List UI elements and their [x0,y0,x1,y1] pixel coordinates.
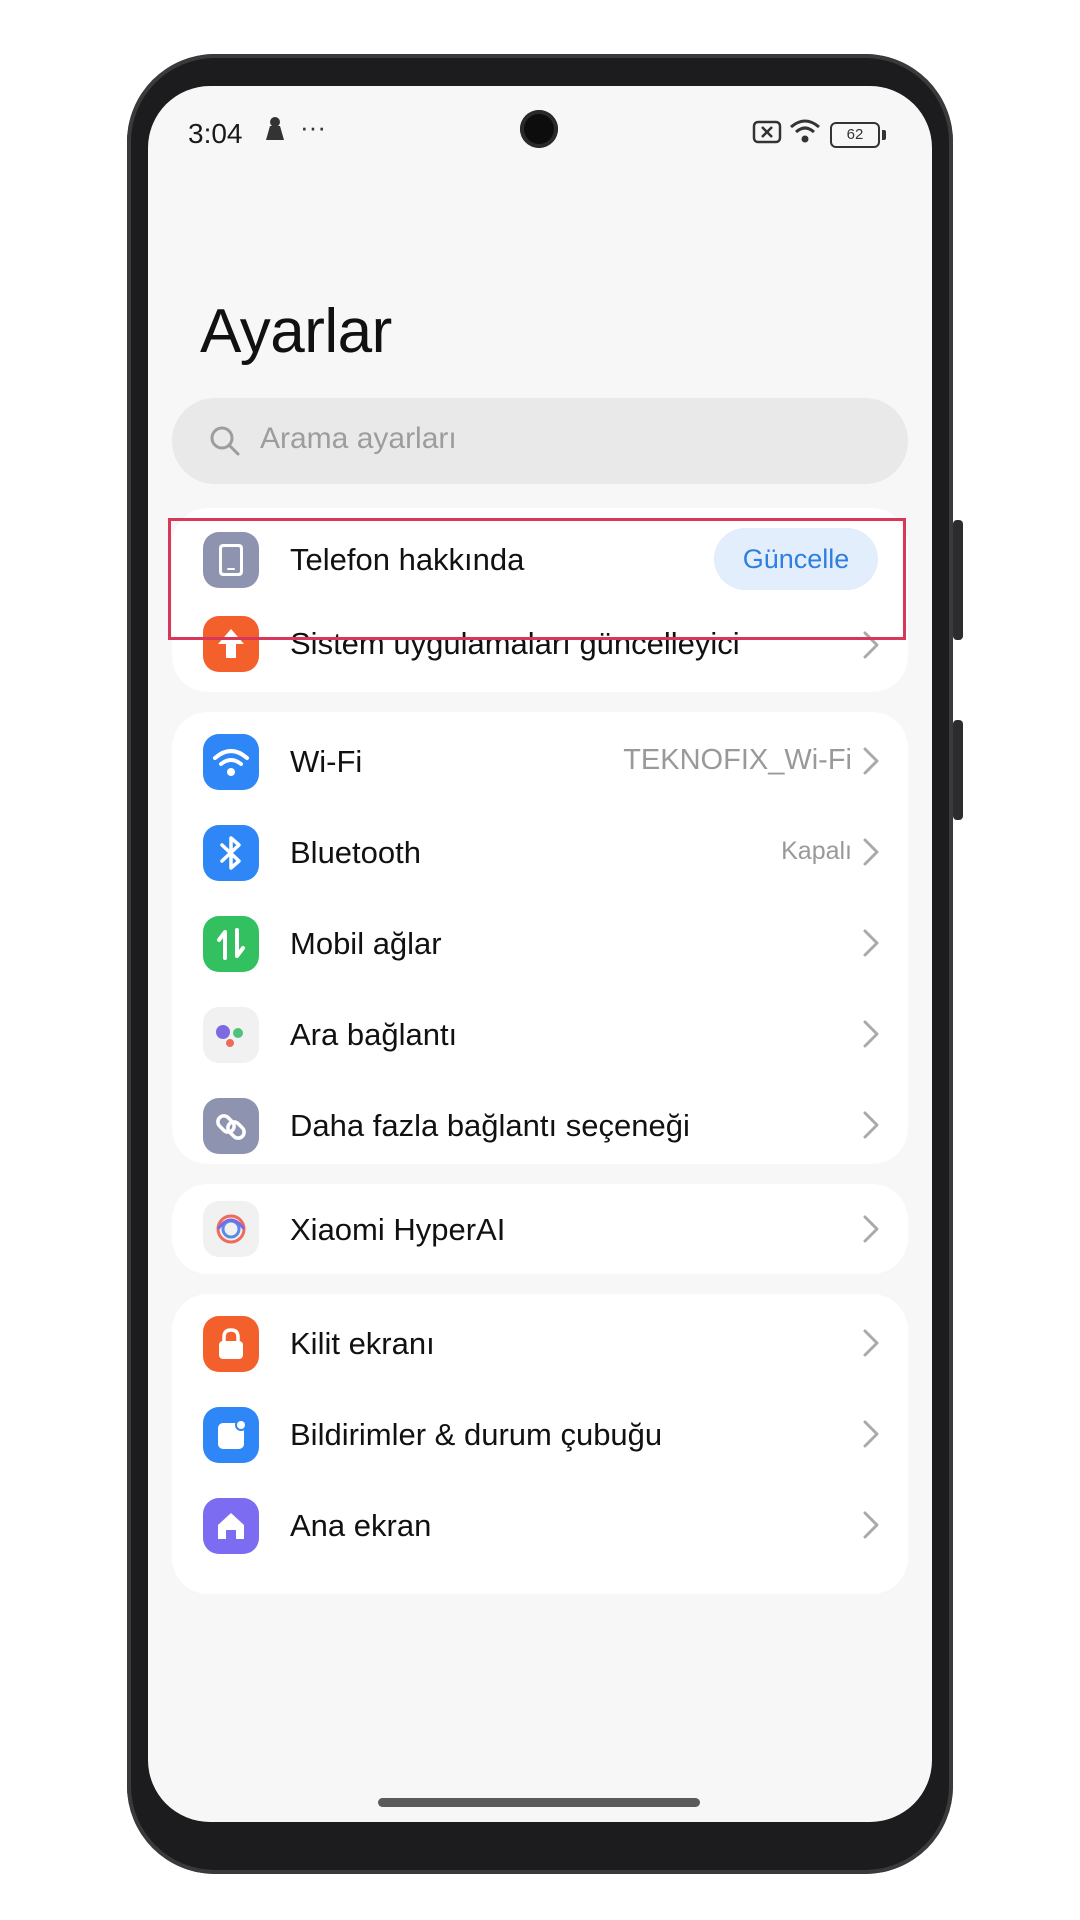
dots-icon [203,1007,259,1063]
list-item-hyperai[interactable]: Xiaomi HyperAI [172,1184,908,1274]
daha-fazla-baglanti-label: Daha fazla bağlantı seçeneği [290,1108,690,1143]
hyperai-label: Xiaomi HyperAI [290,1212,506,1247]
page-title: Ayarlar [200,297,392,366]
chevron-right-icon [862,837,880,872]
card-display: Kilit ekranı Bildirimler & durum çubuğu … [172,1294,908,1594]
chevron-right-icon [862,1419,880,1454]
notification-icon [203,1407,259,1463]
hyperai-icon [203,1201,259,1257]
list-item-ana-ekran[interactable]: Ana ekran [172,1476,908,1587]
search-input[interactable]: Arama ayarları [172,398,908,484]
kilit-ekrani-label: Kilit ekranı [290,1326,435,1361]
chevron-right-icon [862,1328,880,1363]
more-notifications-icon: ··· [300,112,326,142]
wifi-icon [203,734,259,790]
ana-ekran-label: Ana ekran [290,1508,432,1543]
bluetooth-icon [203,825,259,881]
battery-indicator: 62 [830,122,886,148]
chevron-right-icon [862,928,880,963]
mobile-data-icon [203,916,259,972]
search-icon [208,424,242,463]
front-camera [520,110,558,148]
bluetooth-status: Kapalı [781,837,852,865]
wifi-network-name: TEKNOFIX_Wi-Fi [623,744,852,776]
mobil-aglar-label: Mobil ağlar [290,926,442,961]
ara-baglanti-label: Ara bağlantı [290,1017,458,1052]
no-sim-icon [752,120,782,149]
power-button [953,520,963,640]
incognito-icon [260,114,290,149]
bluetooth-label: Bluetooth [290,835,421,870]
home-indicator[interactable] [378,1798,700,1807]
bildirimler-label: Bildirimler & durum çubuğu [290,1417,663,1452]
wifi-status-icon [788,116,822,151]
card-ai: Xiaomi HyperAI [172,1184,908,1274]
screen: 3:04 ··· 62 Ayarlar Arama ayarları Telef… [148,86,932,1822]
wifi-label: Wi-Fi [290,744,363,779]
status-time: 3:04 [188,118,243,149]
volume-button [953,720,963,820]
list-item-daha-fazla-baglanti[interactable]: Daha fazla bağlantı seçeneği [172,1076,908,1187]
highlight-box [168,518,906,640]
lock-icon [203,1316,259,1372]
chevron-right-icon [862,1019,880,1054]
status-bar: 3:04 ··· 62 [148,86,932,186]
chevron-right-icon [862,1214,880,1249]
card-connections: Wi-Fi TEKNOFIX_Wi-Fi Bluetooth Kapalı Mo… [172,712,908,1164]
chevron-right-icon [862,1510,880,1545]
chevron-right-icon [862,1110,880,1145]
link-icon [203,1098,259,1154]
chevron-right-icon [862,746,880,781]
search-placeholder: Arama ayarları [260,422,457,455]
home-icon [203,1498,259,1554]
